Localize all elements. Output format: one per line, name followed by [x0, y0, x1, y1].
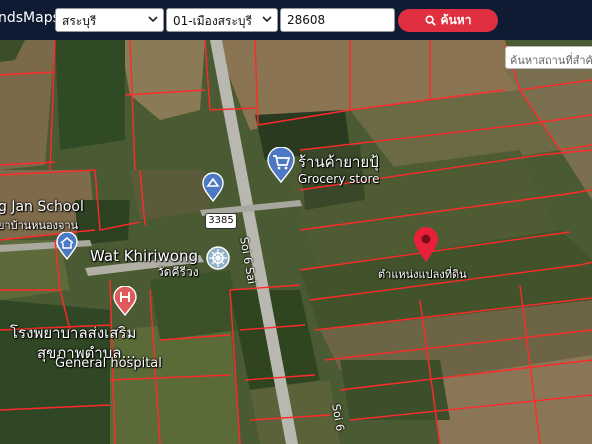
- parcel-marker-label: ตำแหน่งแปลงที่ดิน: [378, 268, 467, 281]
- grocery-label: Grocery store: [298, 172, 380, 186]
- map-place-search-input[interactable]: ค้นหาสถานที่สำคั: [505, 46, 592, 69]
- temple-icon[interactable]: [205, 245, 231, 276]
- district-select[interactable]: 01-เมืองสระบุรี: [166, 8, 278, 32]
- hospital-icon[interactable]: [112, 285, 138, 321]
- province-select[interactable]: สระบุรี: [55, 8, 164, 32]
- shop-icon[interactable]: [266, 146, 296, 188]
- chevron-down-icon: [148, 16, 158, 23]
- route-shield: 3385: [205, 213, 237, 229]
- search-icon: [425, 15, 436, 26]
- satellite-map[interactable]: [0, 40, 592, 444]
- top-bar: ndsMaps สระบุรี 01-เมืองสระบุรี 28608 ค้…: [0, 0, 592, 40]
- search-button[interactable]: ค้นหา: [398, 9, 498, 32]
- school-label: g Jan School: [0, 199, 84, 215]
- province-select-value: สระบุรี: [62, 14, 97, 28]
- grocery-thai-label: ร้านค้ายายปุ้: [298, 153, 379, 171]
- hospital-label: General hospital: [55, 356, 162, 371]
- district-select-value: 01-เมืองสระบุรี: [173, 14, 252, 28]
- brand-logo-text: ndsMaps: [0, 10, 60, 26]
- location-pin-icon[interactable]: [413, 227, 439, 268]
- school-icon[interactable]: [55, 231, 79, 265]
- place-marker-icon[interactable]: [201, 172, 225, 207]
- parcel-number-input[interactable]: 28608: [280, 8, 395, 32]
- chevron-down-icon: [262, 16, 272, 23]
- search-button-label: ค้นหา: [440, 13, 472, 27]
- temple-thai-label: วัดคีรีวง: [157, 265, 199, 279]
